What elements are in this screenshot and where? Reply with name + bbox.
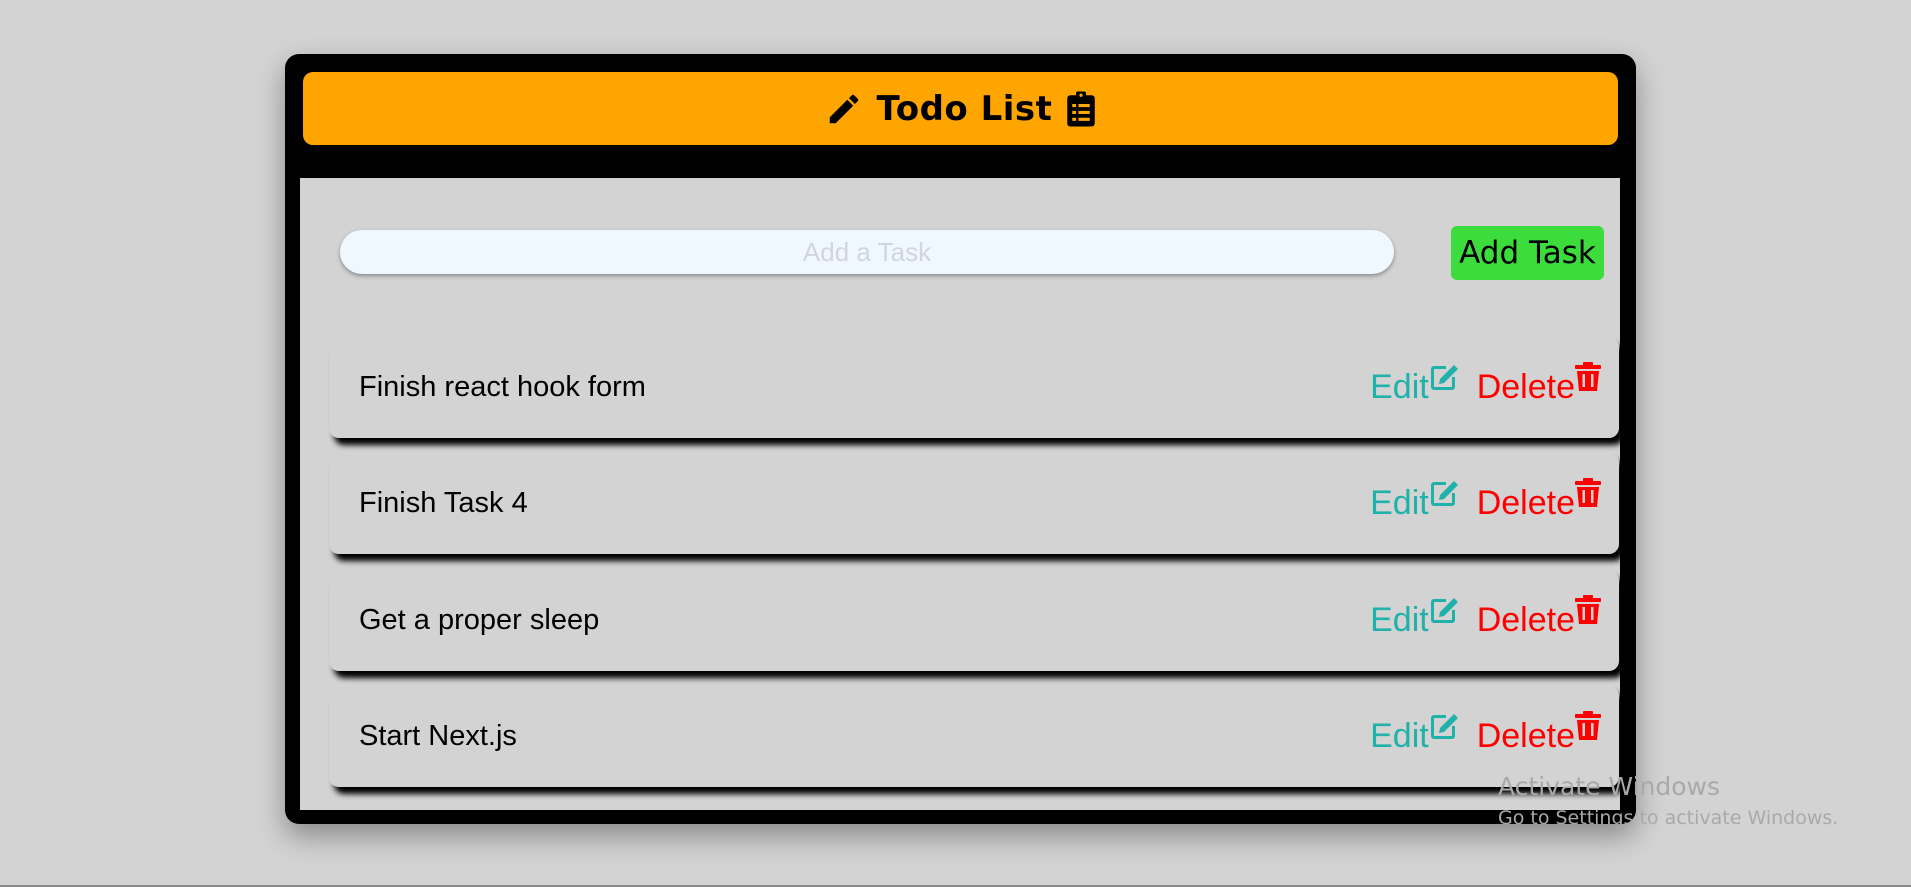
task-actions: Edit Delete (1370, 570, 1601, 671)
watermark-title: Activate Windows (1498, 772, 1720, 801)
pencil-icon (825, 90, 863, 128)
delete-button[interactable]: Delete (1476, 362, 1601, 407)
edit-button[interactable]: Edit (1370, 598, 1461, 640)
task-actions: Edit Delete (1370, 453, 1601, 554)
task-actions: Edit Delete (1370, 337, 1601, 438)
edit-label: Edit (1370, 717, 1429, 755)
edit-label: Edit (1370, 368, 1429, 406)
clipboard-list-icon (1066, 90, 1096, 128)
delete-label: Delete (1476, 601, 1575, 639)
app-header: Todo List (303, 72, 1618, 145)
trash-icon (1575, 711, 1601, 740)
task-item: Get a proper sleep Edit Delete (329, 570, 1619, 671)
task-label: Finish react hook form (359, 371, 646, 403)
task-label: Get a proper sleep (359, 604, 600, 636)
task-item: Finish Task 4 Edit Delete (329, 453, 1619, 554)
todo-panel: Add Task Finish react hook form Edit Del… (300, 178, 1620, 810)
trash-icon (1575, 362, 1601, 391)
task-label: Start Next.js (359, 720, 517, 752)
task-item: Finish react hook form Edit Delete (329, 337, 1619, 438)
delete-label: Delete (1476, 484, 1575, 522)
add-task-button[interactable]: Add Task (1451, 226, 1604, 280)
edit-icon (1430, 598, 1458, 623)
edit-icon (1430, 365, 1458, 390)
delete-button[interactable]: Delete (1476, 478, 1601, 523)
trash-icon (1575, 595, 1601, 624)
delete-label: Delete (1476, 368, 1575, 406)
watermark-subtitle: Go to Settings to activate Windows. (1498, 807, 1839, 829)
edit-button[interactable]: Edit (1370, 481, 1461, 523)
edit-label: Edit (1370, 484, 1429, 522)
activate-windows-watermark: Activate Windows Go to Settings to activ… (1498, 772, 1838, 829)
app-title: Todo List (876, 88, 1053, 129)
delete-label: Delete (1476, 717, 1575, 755)
edit-icon (1430, 714, 1458, 739)
trash-icon (1575, 478, 1601, 507)
delete-button[interactable]: Delete (1476, 595, 1601, 640)
edit-button[interactable]: Edit (1370, 365, 1461, 407)
delete-button[interactable]: Delete (1476, 711, 1601, 756)
todo-app-frame: Todo List Add Task Finish react hook for… (285, 54, 1636, 824)
edit-button[interactable]: Edit (1370, 714, 1461, 756)
task-label: Finish Task 4 (359, 487, 528, 519)
task-item: Start Next.js Edit Delete (329, 686, 1619, 787)
edit-label: Edit (1370, 601, 1429, 639)
edit-icon (1430, 481, 1458, 506)
add-task-input[interactable] (340, 230, 1394, 274)
